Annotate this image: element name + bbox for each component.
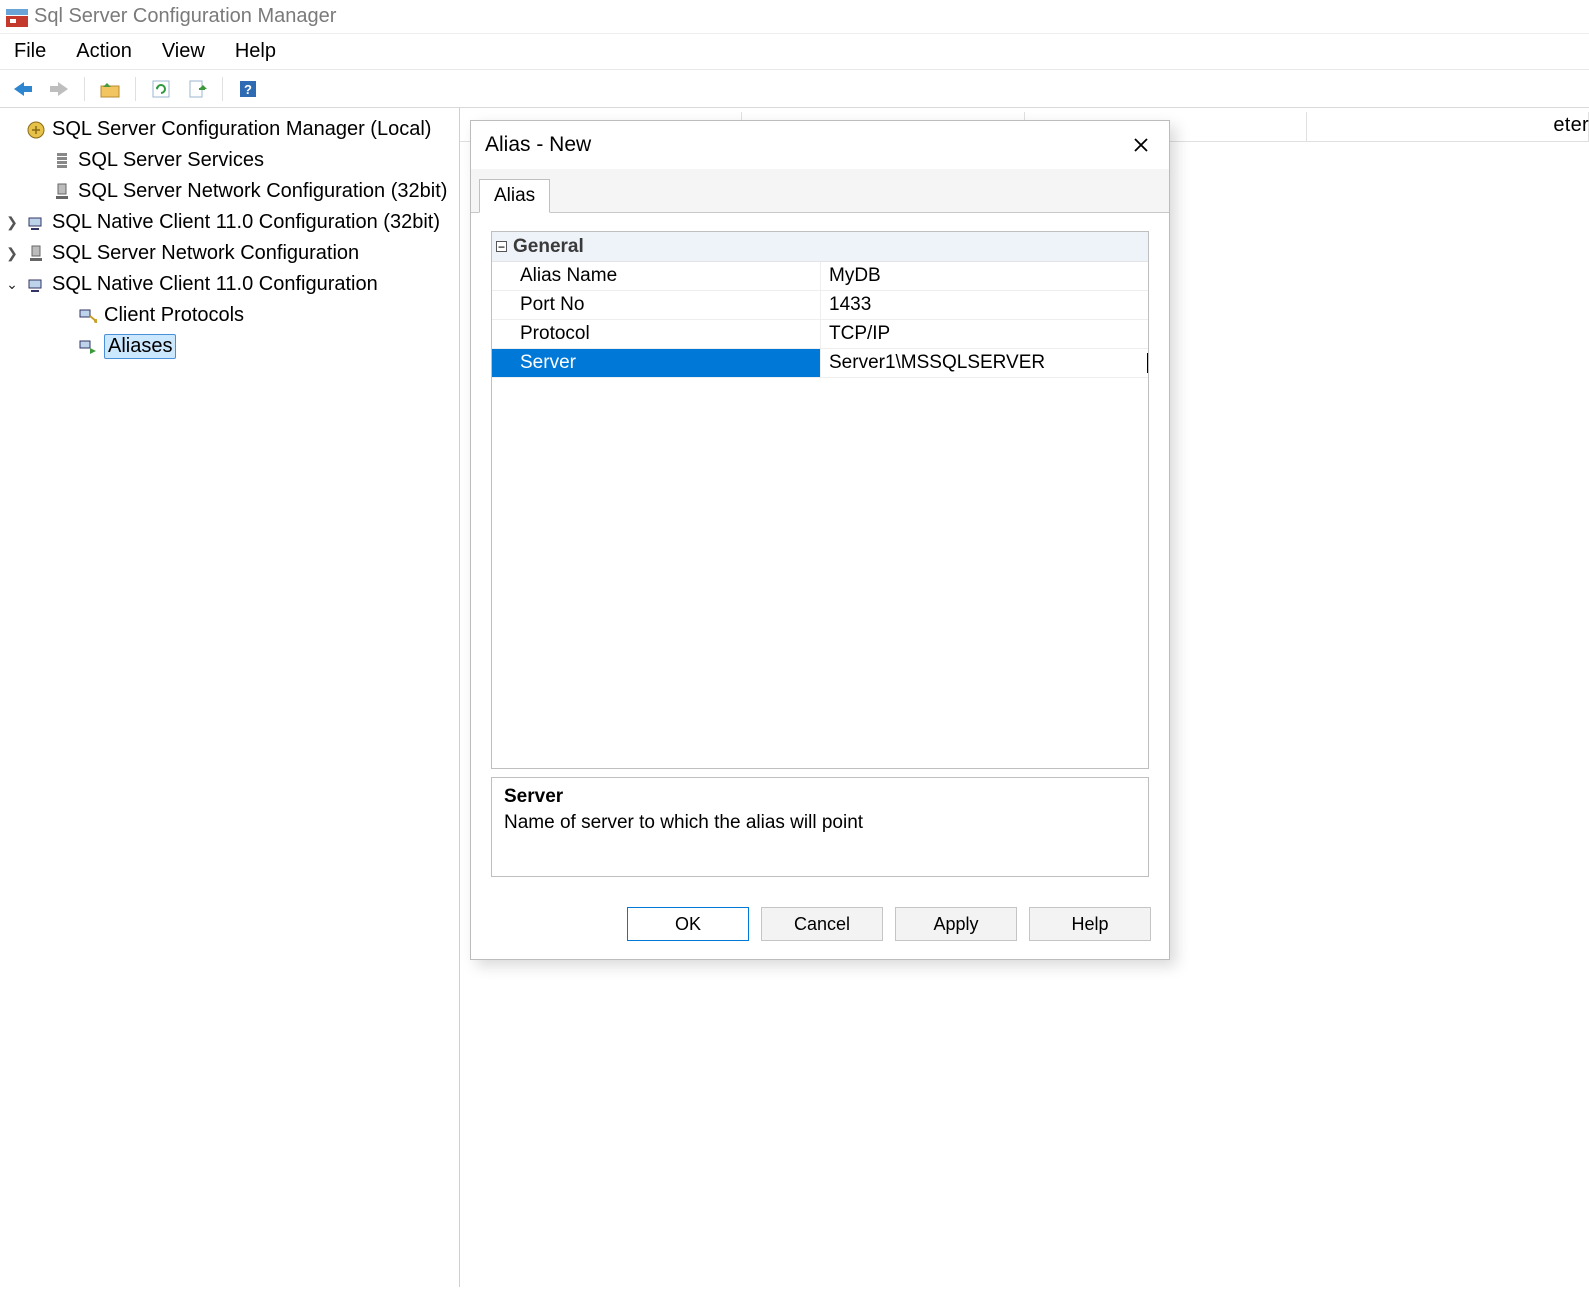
toolbar-separator [84, 77, 85, 101]
tree-label: Aliases [104, 334, 176, 359]
prop-key: Alias Name [492, 262, 820, 290]
tree-pane: SQL Server Configuration Manager (Local)… [0, 108, 460, 1287]
chevron-down-icon[interactable]: ⌄ [4, 276, 20, 293]
export-button[interactable] [182, 75, 212, 103]
close-button[interactable] [1127, 131, 1155, 159]
tree-sql-services[interactable]: SQL Server Services [4, 145, 455, 176]
tree-label: SQL Server Network Configuration (32bit) [78, 180, 447, 203]
app-icon [6, 9, 26, 25]
menu-view[interactable]: View [162, 40, 205, 63]
tree-netconfig[interactable]: ❯ SQL Server Network Configuration [4, 238, 455, 269]
tree-label: SQL Server Network Configuration [52, 242, 359, 265]
tab-alias[interactable]: Alias [479, 179, 550, 213]
client-icon [26, 275, 46, 295]
tree-client-protocols[interactable]: Client Protocols [4, 300, 455, 331]
up-folder-button[interactable] [95, 75, 125, 103]
dialog-titlebar: Alias - New [471, 121, 1169, 169]
prop-value[interactable]: TCP/IP [820, 320, 1148, 348]
toolbar-separator [135, 77, 136, 101]
window-title: Sql Server Configuration Manager [34, 5, 336, 28]
tree-nativeclient[interactable]: ⌄ SQL Native Client 11.0 Configuration [4, 269, 455, 300]
chevron-right-icon[interactable]: ❯ [4, 214, 20, 231]
client-icon [26, 213, 46, 233]
tree-root[interactable]: SQL Server Configuration Manager (Local) [4, 114, 455, 145]
category-label: General [513, 236, 584, 258]
forward-button[interactable] [44, 75, 74, 103]
prop-server[interactable]: Server [492, 349, 1148, 378]
property-category[interactable]: − General [492, 232, 1148, 262]
tree-aliases[interactable]: Aliases [4, 331, 455, 362]
help-button[interactable]: Help [1029, 907, 1151, 941]
column-header[interactable] [1307, 112, 1589, 141]
prop-key: Port No [492, 291, 820, 319]
tree-netconfig-32[interactable]: SQL Server Network Configuration (32bit) [4, 176, 455, 207]
clipped-header-text: eter [1553, 114, 1589, 137]
desc-text: Name of server to which the alias will p… [504, 812, 1136, 834]
tree-label: SQL Server Configuration Manager (Local) [52, 118, 431, 141]
text-caret [1147, 353, 1148, 373]
property-grid: − General Alias Name MyDB Port No 1433 P… [491, 231, 1149, 769]
server-input[interactable] [829, 349, 1146, 377]
apply-button[interactable]: Apply [895, 907, 1017, 941]
menubar: File Action View Help [0, 34, 1589, 70]
back-button[interactable] [8, 75, 38, 103]
ok-button[interactable]: OK [627, 907, 749, 941]
menu-file[interactable]: File [14, 40, 46, 63]
collapse-icon[interactable]: − [496, 241, 507, 252]
refresh-button[interactable] [146, 75, 176, 103]
help-button[interactable]: ? [233, 75, 263, 103]
prop-protocol[interactable]: Protocol TCP/IP [492, 320, 1148, 349]
property-description: Server Name of server to which the alias… [491, 777, 1149, 877]
menu-help[interactable]: Help [235, 40, 276, 63]
prop-value[interactable]: 1433 [820, 291, 1148, 319]
tree-label: SQL Server Services [78, 149, 264, 172]
list-pane: eter Alias - New Alias − General [460, 108, 1589, 1287]
prop-key: Protocol [492, 320, 820, 348]
sql-config-icon [26, 120, 46, 140]
desc-title: Server [504, 786, 1136, 808]
tree-label: SQL Native Client 11.0 Configuration [52, 273, 378, 296]
prop-value-editing[interactable] [820, 349, 1148, 377]
network-icon [52, 182, 72, 202]
dialog-buttons: OK Cancel Apply Help [471, 895, 1169, 959]
chevron-right-icon[interactable]: ❯ [4, 245, 20, 262]
prop-port-no[interactable]: Port No 1433 [492, 291, 1148, 320]
menu-action[interactable]: Action [76, 40, 132, 63]
tree-nativeclient-32[interactable]: ❯ SQL Native Client 11.0 Configuration (… [4, 207, 455, 238]
svg-text:?: ? [244, 82, 252, 97]
protocols-icon [78, 306, 98, 326]
cancel-button[interactable]: Cancel [761, 907, 883, 941]
prop-key: Server [492, 349, 820, 377]
toolbar-separator [222, 77, 223, 101]
titlebar: Sql Server Configuration Manager [0, 0, 1589, 34]
alias-new-dialog: Alias - New Alias − General Alias Name M… [470, 120, 1170, 960]
prop-value[interactable]: MyDB [820, 262, 1148, 290]
aliases-icon [78, 337, 98, 357]
toolbar: ? [0, 70, 1589, 108]
dialog-tabstrip: Alias [471, 169, 1169, 213]
prop-alias-name[interactable]: Alias Name MyDB [492, 262, 1148, 291]
dialog-title: Alias - New [485, 133, 591, 157]
tree-label: Client Protocols [104, 304, 244, 327]
services-icon [52, 151, 72, 171]
network-icon [26, 244, 46, 264]
tree-label: SQL Native Client 11.0 Configuration (32… [52, 211, 440, 234]
